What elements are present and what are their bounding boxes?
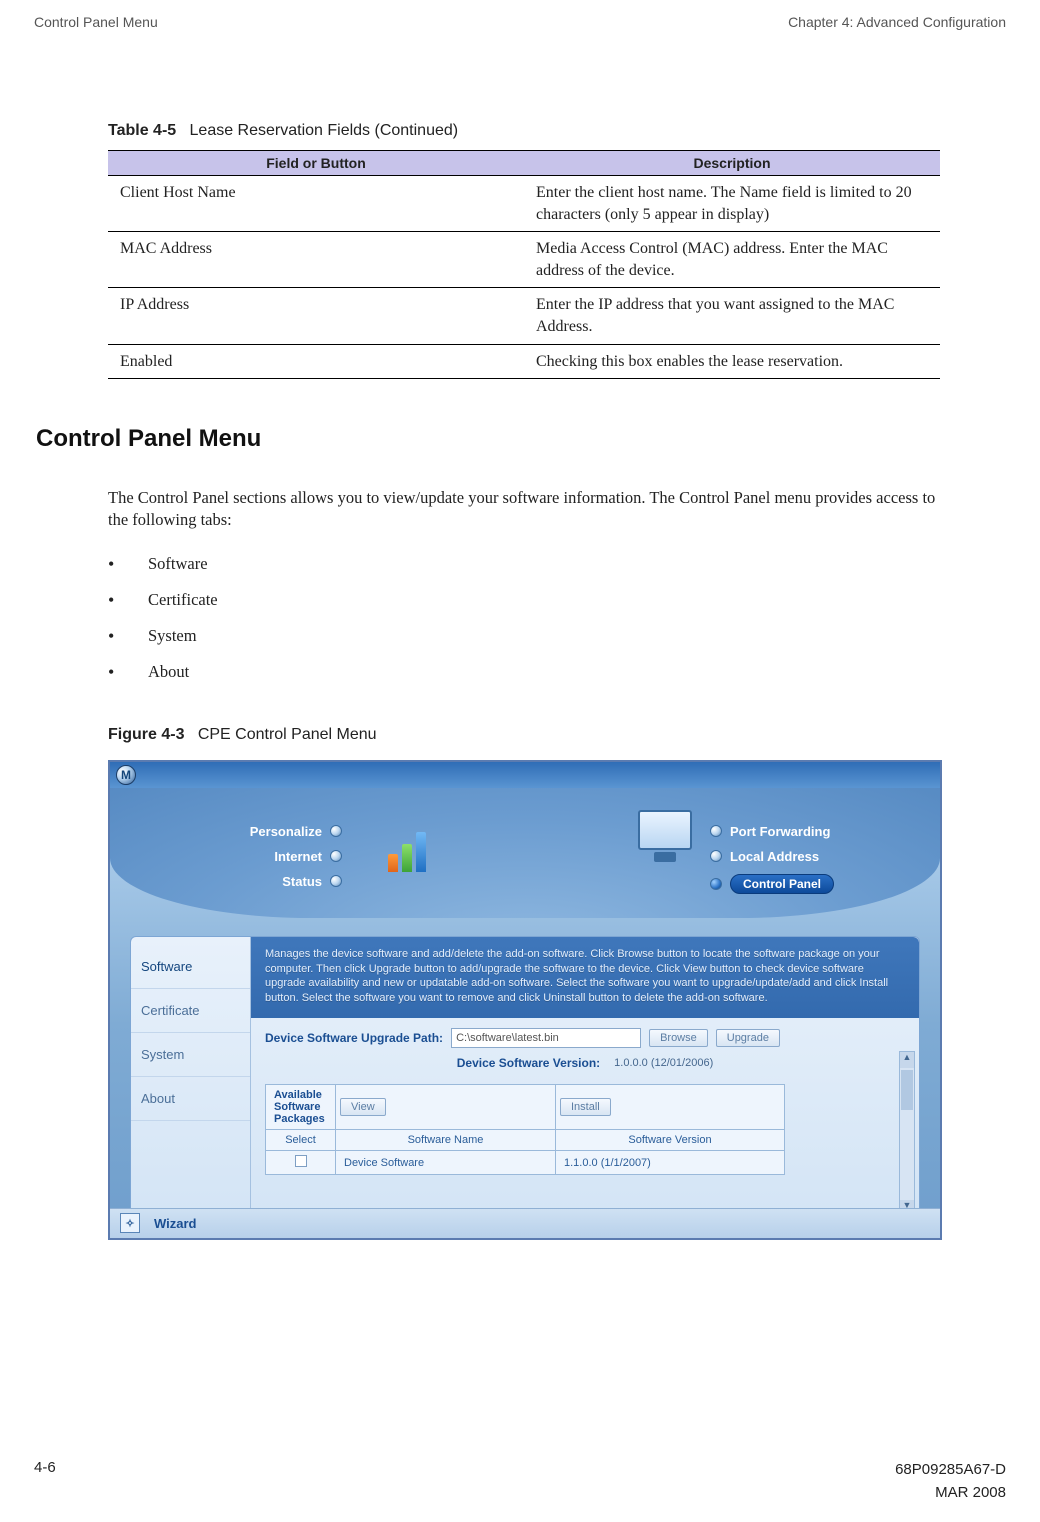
figure-title: CPE Control Panel Menu (198, 726, 377, 743)
field-desc: Enter the IP address that you want assig… (524, 288, 940, 344)
scroll-up-icon[interactable]: ▲ (900, 1052, 914, 1068)
dot-icon (710, 878, 722, 890)
field-name: Client Host Name (108, 176, 524, 232)
right-nav: Port Forwarding Local Address Control Pa… (710, 824, 900, 904)
view-button[interactable]: View (340, 1098, 386, 1116)
field-name: Enabled (108, 344, 524, 379)
version-row: Device Software Version: 1.0.0.0 (12/01/… (265, 1056, 905, 1070)
nav-local-address[interactable]: Local Address (710, 849, 900, 864)
packages-table: Available Software Packages View Install… (265, 1084, 785, 1175)
pkg-version: 1.1.0.0 (1/1/2007) (556, 1151, 785, 1175)
bullet-list: Software Certificate System About (108, 546, 992, 690)
section-heading: Control Panel Menu (36, 425, 992, 453)
nav-label: Port Forwarding (730, 824, 830, 839)
table-row: MAC Address Media Access Control (MAC) a… (108, 232, 940, 288)
browse-button[interactable]: Browse (649, 1029, 708, 1047)
version-label: Device Software Version: (457, 1056, 600, 1070)
pkg-row: Device Software 1.1.0.0 (1/1/2007) (266, 1151, 785, 1175)
tab-certificate[interactable]: Certificate (131, 989, 250, 1033)
field-desc: Media Access Control (MAC) address. Ente… (524, 232, 940, 288)
dot-icon (710, 825, 722, 837)
tab-system[interactable]: System (131, 1033, 250, 1077)
table-caption: Table 4-5 Lease Reservation Fields (Cont… (108, 122, 992, 140)
help-text: Manages the device software and add/dele… (265, 947, 905, 1006)
page-number: 4-6 (34, 1459, 56, 1504)
chart-bars-icon (388, 816, 458, 872)
dot-icon (330, 875, 342, 887)
list-item: About (108, 654, 992, 690)
pkg-header: Available Software Packages (266, 1085, 336, 1130)
field-desc: Checking this box enables the lease rese… (524, 344, 940, 379)
running-head-left: Control Panel Menu (34, 14, 158, 30)
fields-table: Field or Button Description Client Host … (108, 150, 940, 379)
upgrade-path-row: Device Software Upgrade Path: Browse Upg… (265, 1028, 905, 1048)
scrollbar[interactable]: ▲ ▼ (899, 1051, 915, 1217)
left-nav: Personalize Internet Status (172, 824, 342, 899)
table-title: Lease Reservation Fields (Continued) (190, 122, 459, 139)
table-row: IP Address Enter the IP address that you… (108, 288, 940, 344)
monitor-icon (630, 810, 700, 866)
dot-icon (330, 825, 342, 837)
wizard-icon[interactable]: ✧ (120, 1213, 140, 1233)
nav-personalize[interactable]: Personalize (172, 824, 342, 839)
col-name: Software Name (336, 1130, 556, 1151)
content-panel: Software Certificate System About Manage… (130, 936, 920, 1226)
nav-internet[interactable]: Internet (172, 849, 342, 864)
version-value: 1.0.0.0 (12/01/2006) (614, 1057, 713, 1069)
doc-number: 68P09285A67-D (895, 1459, 1006, 1482)
col-description: Description (524, 151, 940, 176)
select-checkbox[interactable] (295, 1155, 307, 1167)
table-row: Enabled Checking this box enables the le… (108, 344, 940, 379)
running-head-right: Chapter 4: Advanced Configuration (788, 14, 1006, 30)
nav-label: Personalize (250, 824, 322, 839)
list-item: Software (108, 546, 992, 582)
nav-pill-active: Control Panel (730, 874, 834, 894)
install-button[interactable]: Install (560, 1098, 611, 1116)
col-select: Select (266, 1130, 336, 1151)
nav-control-panel[interactable]: Control Panel (710, 874, 900, 894)
nav-label: Internet (274, 849, 322, 864)
window-titlebar: M (110, 762, 940, 788)
pkg-name: Device Software (336, 1151, 556, 1175)
dot-icon (710, 850, 722, 862)
nav-label: Local Address (730, 849, 819, 864)
tab-about[interactable]: About (131, 1077, 250, 1121)
dot-icon (330, 850, 342, 862)
upgrade-path-label: Device Software Upgrade Path: (265, 1031, 443, 1045)
tab-software[interactable]: Software (131, 945, 250, 989)
table-row: Client Host Name Enter the client host n… (108, 176, 940, 232)
wizard-label[interactable]: Wizard (154, 1216, 197, 1231)
app-screenshot: M Personalize Internet Status (108, 760, 942, 1240)
page-footer: 4-6 68P09285A67-D MAR 2008 (34, 1459, 1006, 1504)
col-version: Software Version (556, 1130, 785, 1151)
field-desc: Enter the client host name. The Name fie… (524, 176, 940, 232)
side-tabs: Software Certificate System About (131, 937, 251, 1225)
nav-status[interactable]: Status (172, 874, 342, 889)
figure-number: Figure 4-3 (108, 726, 184, 743)
col-field: Field or Button (108, 151, 524, 176)
doc-date: MAR 2008 (895, 1482, 1006, 1505)
panel-main: Manages the device software and add/dele… (251, 937, 919, 1225)
bottom-bar: ✧ Wizard (110, 1208, 940, 1238)
nav-port-forwarding[interactable]: Port Forwarding (710, 824, 900, 839)
table-number: Table 4-5 (108, 122, 176, 139)
field-name: IP Address (108, 288, 524, 344)
motorola-logo-icon: M (116, 765, 136, 785)
list-item: Certificate (108, 582, 992, 618)
nav-label: Status (282, 874, 322, 889)
list-item: System (108, 618, 992, 654)
figure-caption: Figure 4-3 CPE Control Panel Menu (108, 726, 992, 744)
upgrade-path-input[interactable] (451, 1028, 641, 1048)
field-name: MAC Address (108, 232, 524, 288)
scroll-thumb[interactable] (901, 1070, 913, 1110)
upgrade-button[interactable]: Upgrade (716, 1029, 780, 1047)
body-paragraph: The Control Panel sections allows you to… (108, 487, 948, 532)
